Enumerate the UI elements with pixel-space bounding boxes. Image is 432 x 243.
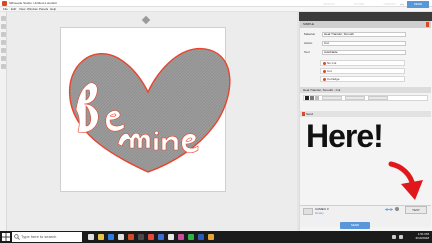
test-cut-button[interactable]: TEST	[405, 206, 427, 214]
taskbar-search-placeholder: Type here to search	[21, 234, 57, 239]
cut-option-cut[interactable]: Cut	[320, 68, 405, 74]
paint-icon[interactable]	[178, 234, 184, 240]
heart-design[interactable]	[58, 40, 238, 180]
blade-setting-field[interactable]	[322, 96, 342, 100]
search-icon	[14, 234, 20, 240]
color-swatch-gray[interactable]	[310, 96, 314, 100]
color-swatch-light[interactable]	[315, 96, 319, 100]
tool-value: Autoblade	[324, 50, 338, 54]
line-tool-icon[interactable]	[1, 32, 6, 37]
silhouette-studio-taskbar-icon[interactable]	[128, 234, 134, 240]
material-label: Material	[304, 32, 315, 36]
red-arrow-icon	[388, 161, 423, 200]
windows-logo-icon[interactable]	[2, 233, 10, 241]
cut-settings-section[interactable]: Heat Transfer, Smooth - Cut	[300, 87, 431, 93]
action-row: Action Cut	[304, 40, 424, 47]
cut-edge-icon	[323, 78, 326, 81]
header-accent	[426, 22, 429, 27]
text-tool-icon[interactable]	[1, 48, 6, 53]
cut-option-no-cut[interactable]: No Cut	[320, 60, 405, 66]
machine-settings-icon[interactable]	[395, 207, 399, 211]
tab-library[interactable]: LIBRARY	[378, 1, 402, 8]
app-logo-icon	[2, 1, 7, 6]
edit-points-tool-icon[interactable]	[1, 24, 6, 29]
no-cut-label: No Cut	[327, 61, 337, 65]
action-select[interactable]	[322, 41, 406, 46]
word-icon[interactable]	[198, 234, 204, 240]
shape-tool-icon[interactable]	[1, 40, 6, 45]
send-mode-header[interactable]: SIMPLE	[300, 21, 431, 28]
chrome-icon[interactable]	[148, 234, 154, 240]
mail-icon[interactable]	[168, 234, 174, 240]
material-row: Material Heat Transfer, Smooth	[304, 31, 424, 38]
excel-icon[interactable]	[188, 234, 194, 240]
photos-icon[interactable]	[158, 234, 164, 240]
force-setting-field[interactable]	[345, 96, 365, 100]
file-explorer-icon[interactable]	[98, 234, 104, 240]
action-value: Cut	[324, 41, 329, 45]
tab-send[interactable]: SEND	[407, 1, 429, 8]
tool-label: Tool	[304, 50, 310, 54]
select-tool-icon[interactable]	[1, 16, 6, 21]
cut-option-cut-edge[interactable]: Cut Edge	[320, 76, 405, 82]
folder-icon[interactable]	[208, 234, 214, 240]
clock-date[interactable]: 6/10/2018	[411, 236, 429, 241]
material-value: Heat Transfer, Smooth	[324, 32, 355, 36]
window-title: Silhouette Studio: Untitled-1.studio3	[9, 1, 57, 5]
usb-connection-icon[interactable]	[385, 207, 393, 212]
no-cut-icon	[323, 62, 326, 65]
send-button[interactable]: SEND	[340, 222, 370, 229]
knife-tool-icon[interactable]	[1, 64, 6, 69]
annotation-text: Here!	[306, 118, 384, 154]
cut-label: Cut	[327, 69, 332, 73]
edge-browser-icon[interactable]	[108, 234, 114, 240]
volume-icon[interactable]	[399, 235, 403, 239]
color-swatch-black[interactable]	[305, 96, 309, 100]
send-section-accent	[302, 112, 305, 116]
app-taskbar-icon[interactable]	[138, 234, 144, 240]
tab-store[interactable]: STORE	[348, 1, 370, 8]
eraser-tool-icon[interactable]	[1, 56, 6, 61]
send-section-bar[interactable]: Send	[300, 111, 431, 117]
left-toolbar	[0, 12, 7, 231]
cut-icon	[323, 70, 326, 73]
top-tab-strip	[299, 12, 432, 21]
speed-setting-field[interactable]	[368, 96, 388, 100]
cut-edge-label: Cut Edge	[327, 77, 340, 81]
tab-design[interactable]: DESIGN	[318, 1, 340, 8]
tool-row: Tool Autoblade	[304, 49, 424, 56]
machine-status-text: Ready	[315, 211, 324, 215]
machine-image-icon	[303, 208, 313, 215]
action-label: Action	[304, 41, 313, 45]
store-icon[interactable]	[118, 234, 124, 240]
network-icon[interactable]	[392, 235, 396, 239]
task-view-icon[interactable]	[88, 234, 94, 240]
